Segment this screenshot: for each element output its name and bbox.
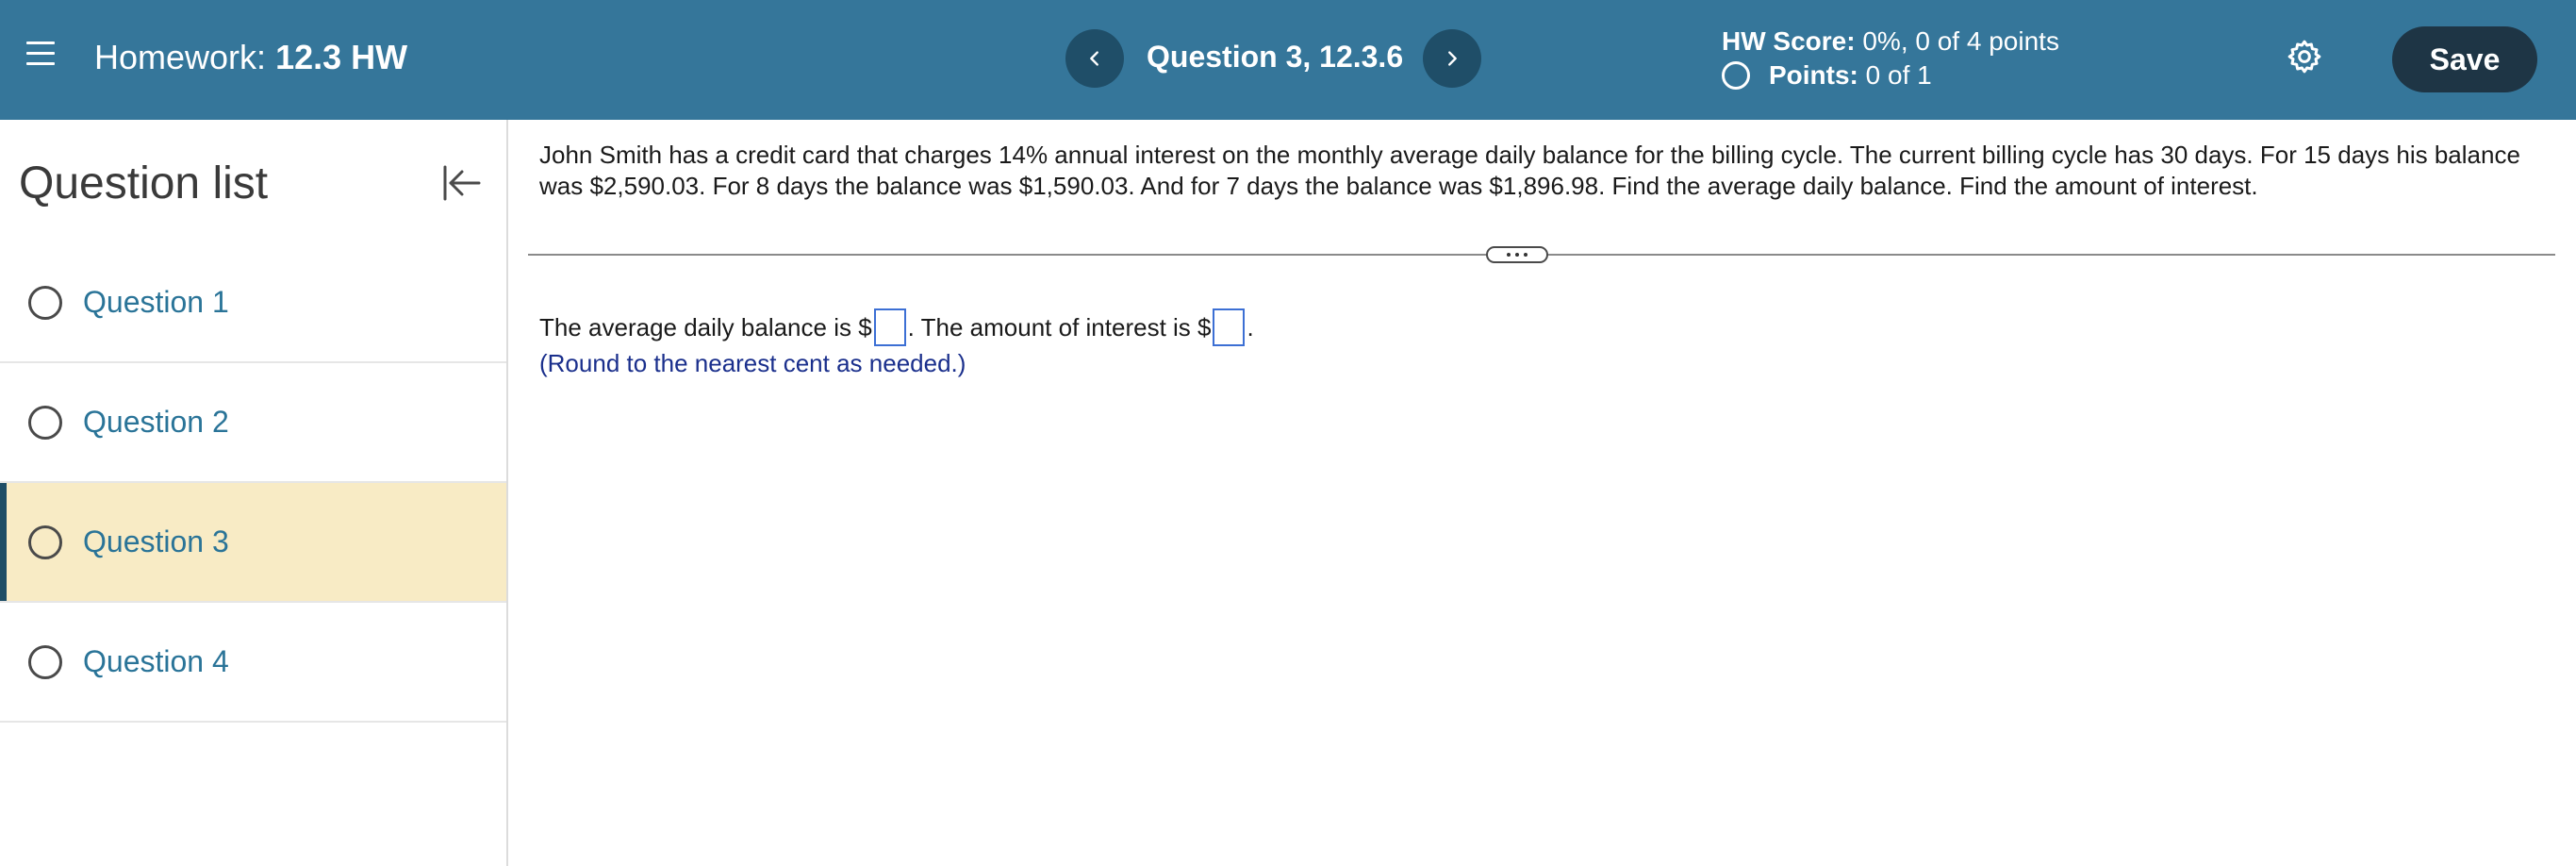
interest-amount-input[interactable]: [1213, 308, 1246, 346]
homework-name: 12.3 HW: [275, 38, 408, 76]
points-value: 0 of 1: [1865, 60, 1932, 90]
points-label: Points:: [1769, 60, 1858, 90]
chevron-left-icon: [1090, 51, 1098, 66]
answer-text-2: . The amount of interest is $: [907, 312, 1212, 341]
question-status-circle-icon: [28, 405, 62, 440]
collapse-left-icon[interactable]: [438, 159, 485, 207]
hw-score-value: 0%, 0 of 4 points: [1862, 26, 2059, 56]
sidebar-item-label: Question 1: [83, 285, 229, 319]
question-status-circle-icon: [28, 285, 62, 320]
save-button[interactable]: Save: [2392, 26, 2537, 92]
header-bar: Homework: 12.3 HW Question 3, 12.3.6 HW …: [0, 0, 2576, 120]
chevron-right-icon: [1448, 51, 1457, 66]
sidebar-item-label: Question 2: [83, 405, 229, 439]
answer-row: The average daily balance is $ . The amo…: [539, 308, 1254, 346]
homework-prefix: Homework:: [94, 38, 267, 76]
question-status-circle-icon: [28, 644, 62, 679]
points: Points: 0 of 1: [1722, 60, 1932, 91]
points-status-circle-icon: [1722, 61, 1750, 90]
sidebar-item-question-4[interactable]: Question 4: [0, 603, 506, 723]
question-list-sidebar: Question list Question 1 Question 2 Ques…: [0, 120, 508, 866]
hamburger-menu-icon[interactable]: [26, 42, 55, 70]
hw-score-label: HW Score:: [1722, 26, 1856, 56]
homework-title: Homework: 12.3 HW: [94, 38, 407, 77]
average-daily-balance-input[interactable]: [873, 308, 906, 346]
rounding-hint: (Round to the nearest cent as needed.): [539, 349, 966, 377]
answer-text-1: The average daily balance is $: [539, 312, 872, 341]
sidebar-item-label: Question 3: [83, 525, 229, 558]
answer-text-3: .: [1247, 312, 1254, 341]
sidebar-item-question-1[interactable]: Question 1: [0, 243, 506, 363]
question-status-circle-icon: [28, 525, 62, 559]
sidebar-item-question-2[interactable]: Question 2: [0, 363, 506, 483]
question-prompt: John Smith has a credit card that charge…: [539, 141, 2520, 200]
question-title: Question 3, 12.3.6: [1147, 40, 1404, 74]
next-question-button[interactable]: [1423, 29, 1481, 88]
previous-question-button[interactable]: [1065, 29, 1124, 88]
hw-score: HW Score: 0%, 0 of 4 points: [1722, 26, 2059, 57]
more-dots-icon[interactable]: [1486, 246, 1548, 263]
question-list-title: Question list: [19, 158, 269, 208]
sidebar-item-label: Question 4: [83, 644, 229, 678]
gear-icon[interactable]: [2286, 38, 2323, 75]
sidebar-item-question-3[interactable]: Question 3: [0, 483, 506, 603]
